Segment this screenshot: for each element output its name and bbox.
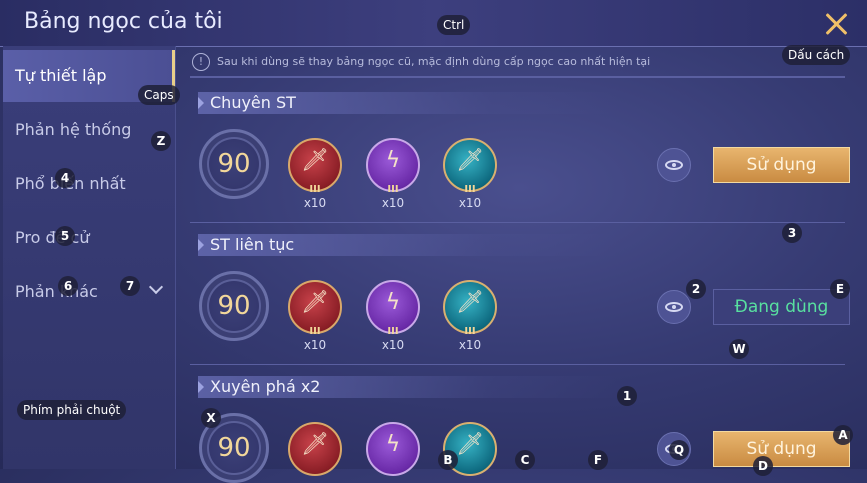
preview-button[interactable] <box>657 148 691 182</box>
sidebar-item-pro[interactable]: Pro đề cử <box>3 212 175 264</box>
red-gem-icon[interactable]: 🗡 <box>288 422 342 476</box>
gem-rank: III <box>464 326 476 337</box>
in-use-status: Đang dùng <box>713 289 850 325</box>
key-hint-right-mouse: Phím phải chuột <box>17 400 127 420</box>
gem-rank: III <box>464 184 476 195</box>
level-badge: 90 <box>199 271 269 341</box>
sword-icon: 🗡 <box>456 148 484 173</box>
key-hint-e: E <box>830 279 850 299</box>
eye-icon <box>665 160 683 170</box>
use-button[interactable]: Sử dụng <box>713 431 850 467</box>
level-badge: 90 <box>199 129 269 199</box>
sword-icon: 🗡 <box>301 290 329 315</box>
key-hint-1: 1 <box>617 386 637 406</box>
preview-button[interactable] <box>657 290 691 324</box>
sword-icon: 🗡 <box>456 290 484 315</box>
key-hint-w: W <box>729 339 749 359</box>
key-hint-d: D <box>753 456 773 476</box>
header-bar: Bảng ngọc của tôi <box>0 0 867 47</box>
key-hint-7: 7 <box>120 276 140 296</box>
gem-rank: III <box>309 326 321 337</box>
divider <box>190 222 845 223</box>
rune-page-title: ST liên tục <box>198 234 618 256</box>
use-button[interactable]: Sử dụng <box>713 147 850 183</box>
key-hint-ctrl: Ctrl <box>437 15 471 35</box>
key-hint-4: 4 <box>55 168 75 188</box>
gem-rank: III <box>309 184 321 195</box>
key-hint-a: A <box>833 425 853 445</box>
notice-bar: ! Sau khi dùng sẽ thay bảng ngọc cũ, mặc… <box>190 52 845 78</box>
rune-page-title: Xuyên phá x2 <box>198 376 618 398</box>
sidebar-item-system[interactable]: Phản hệ thống <box>3 104 175 156</box>
sidebar-item-other[interactable]: Phản khác <box>3 266 175 318</box>
eye-icon <box>665 302 683 312</box>
rune-page-title: Chuyên ST <box>198 92 618 114</box>
gem-count: x10 <box>458 338 482 352</box>
key-hint-caps: Caps <box>138 85 180 105</box>
purple-gem-icon[interactable]: ϟ III <box>366 138 420 195</box>
purple-gem-icon[interactable]: ϟ <box>366 422 420 476</box>
key-hint-6: 6 <box>58 276 78 296</box>
close-icon[interactable] <box>820 8 852 40</box>
gem-count: x10 <box>303 338 327 352</box>
lightning-icon: ϟ <box>385 432 401 457</box>
key-hint-2: 2 <box>686 279 706 299</box>
key-hint-5: 5 <box>55 226 75 246</box>
key-hint-3: 3 <box>782 223 802 243</box>
sword-icon: 🗡 <box>301 148 329 173</box>
purple-gem-icon[interactable]: ϟ III <box>366 280 420 337</box>
gem-count: x10 <box>381 338 405 352</box>
notice-text: Sau khi dùng sẽ thay bảng ngọc cũ, mặc đ… <box>217 55 651 68</box>
info-icon: ! <box>192 53 210 71</box>
key-hint-b: B <box>438 450 458 470</box>
gem-count: x10 <box>381 196 405 210</box>
key-hint-c: C <box>515 450 535 470</box>
divider <box>190 364 845 365</box>
red-gem-icon[interactable]: 🗡 III <box>288 138 342 195</box>
key-hint-space: Dấu cách <box>782 45 851 65</box>
key-hint-x: X <box>201 408 221 428</box>
gem-count: x10 <box>458 196 482 210</box>
key-hint-f: F <box>588 450 608 470</box>
lightning-icon: ϟ <box>385 148 401 173</box>
key-hint-z: Z <box>151 131 171 151</box>
red-gem-icon[interactable]: 🗡 III <box>288 280 342 337</box>
gem-count: x10 <box>303 196 327 210</box>
gem-rank: III <box>387 326 399 337</box>
teal-gem-icon[interactable]: 🗡 III <box>443 138 497 195</box>
teal-gem-icon[interactable]: 🗡 III <box>443 280 497 337</box>
lightning-icon: ϟ <box>385 290 401 315</box>
sword-icon: 🗡 <box>301 432 329 457</box>
page-title: Bảng ngọc của tôi <box>24 9 223 34</box>
sidebar-item-popular[interactable]: Phổ biến nhất <box>3 158 175 210</box>
gem-rank: III <box>387 184 399 195</box>
key-hint-q: Q <box>669 440 689 460</box>
